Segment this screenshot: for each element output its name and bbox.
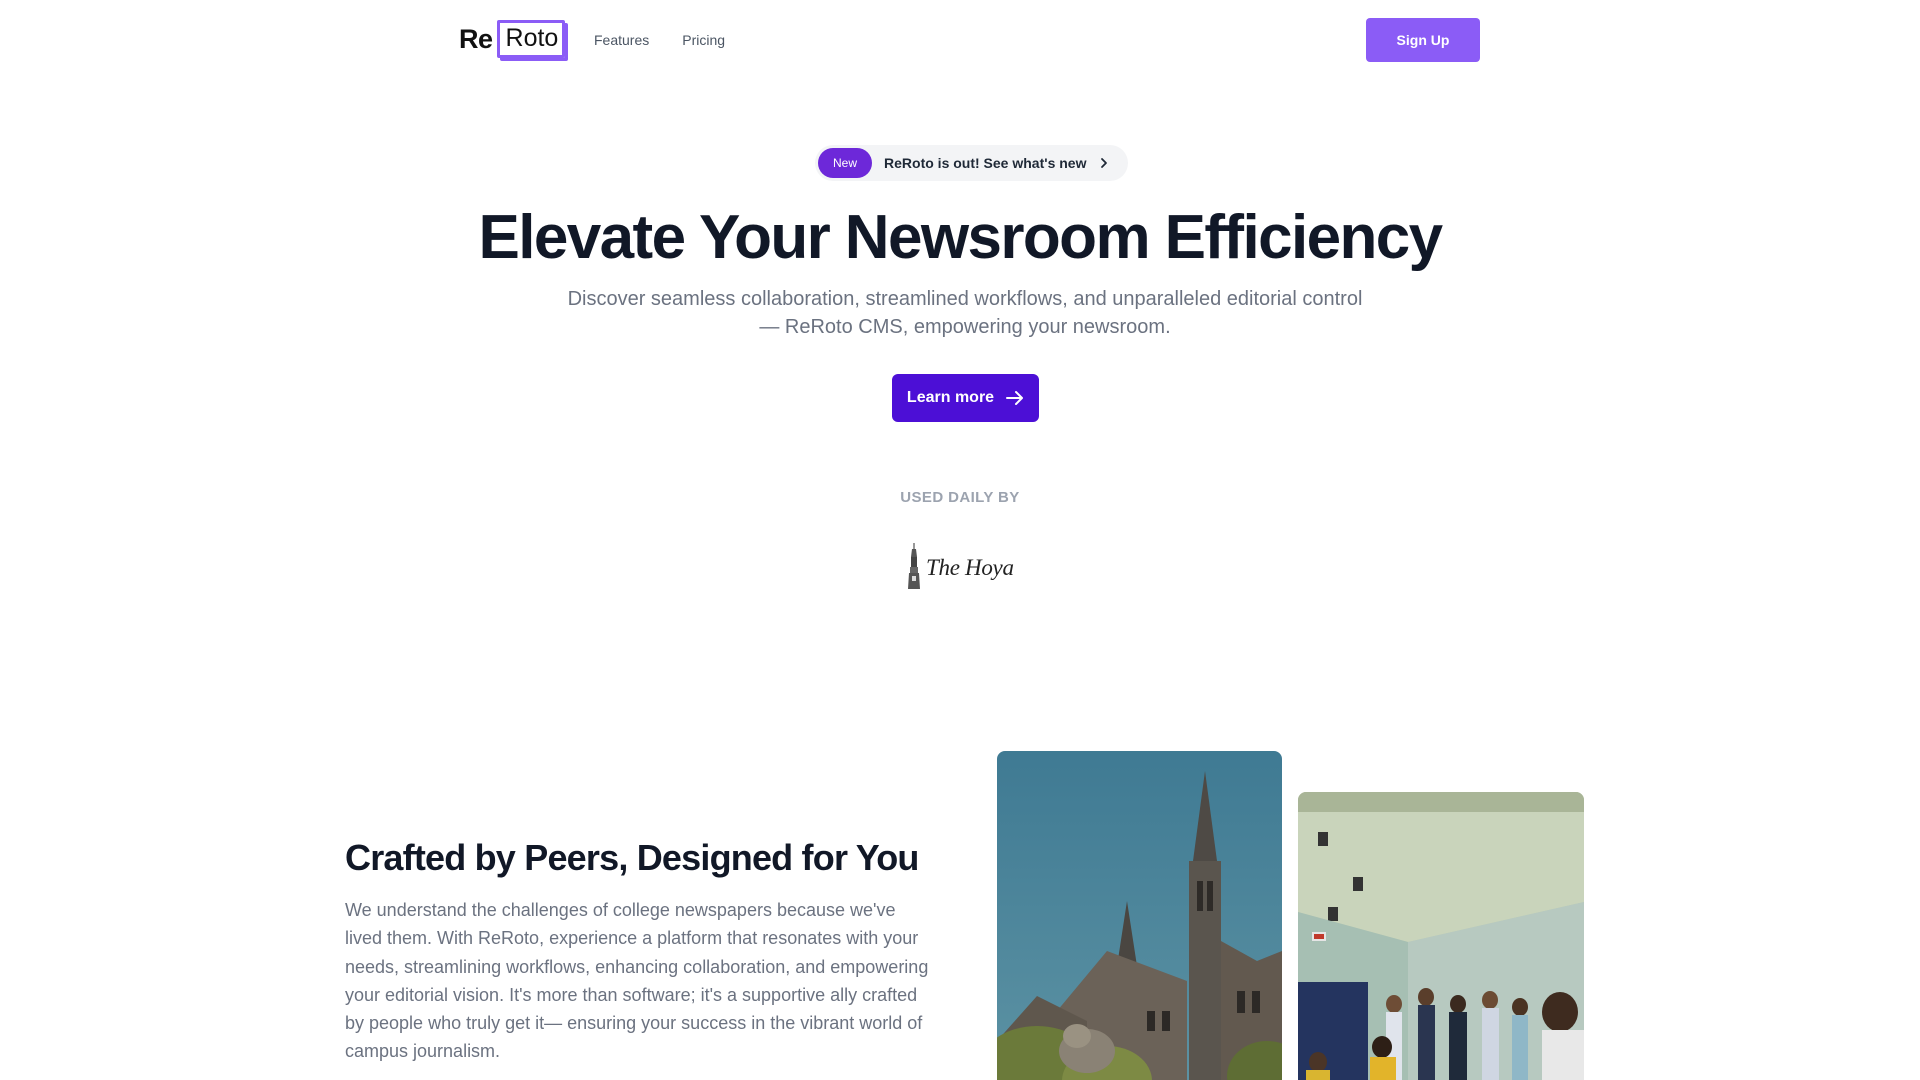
arrow-right-icon	[1006, 390, 1024, 406]
nav-links: Features Pricing	[594, 32, 725, 48]
section-title: Crafted by Peers, Designed for You	[345, 837, 919, 878]
logo-text-roto: Roto	[496, 20, 566, 58]
top-nav: Re Roto Features Pricing Sign Up	[0, 0, 1920, 80]
announcement-pill[interactable]: New ReRoto is out! See what's new	[815, 145, 1129, 181]
nav-link-pricing[interactable]: Pricing	[682, 32, 725, 48]
hero-subtitle: Discover seamless collaboration, streaml…	[567, 288, 1363, 338]
nav-link-features[interactable]: Features	[594, 32, 649, 48]
learn-more-label: Learn more	[906, 389, 995, 406]
the-hoya-logo: The Hoya	[906, 543, 1014, 589]
used-by-label: USED DAILY BY	[900, 489, 1020, 506]
campus-building-photo	[997, 751, 1282, 1080]
hero-title: Elevate Your Newsroom Efficiency	[478, 203, 1444, 272]
learn-more-button[interactable]: Learn more	[892, 374, 1039, 422]
chevron-right-icon	[1098, 157, 1110, 169]
the-hoya-wordmark: The Hoya	[926, 555, 1014, 580]
tower-icon	[906, 543, 922, 589]
newsroom-group-photo	[1298, 792, 1584, 1080]
new-badge: New	[818, 148, 873, 178]
sign-up-button[interactable]: Sign Up	[1366, 18, 1480, 62]
section-body: We understand the challenges of college …	[345, 900, 929, 1062]
landing-page: Re Roto Features Pricing Sign Up New ReR…	[0, 0, 1920, 1080]
logo[interactable]: Re Roto	[459, 20, 566, 58]
announcement-text: ReRoto is out! See what's new	[884, 155, 1087, 171]
logo-text-re: Re	[459, 23, 493, 54]
